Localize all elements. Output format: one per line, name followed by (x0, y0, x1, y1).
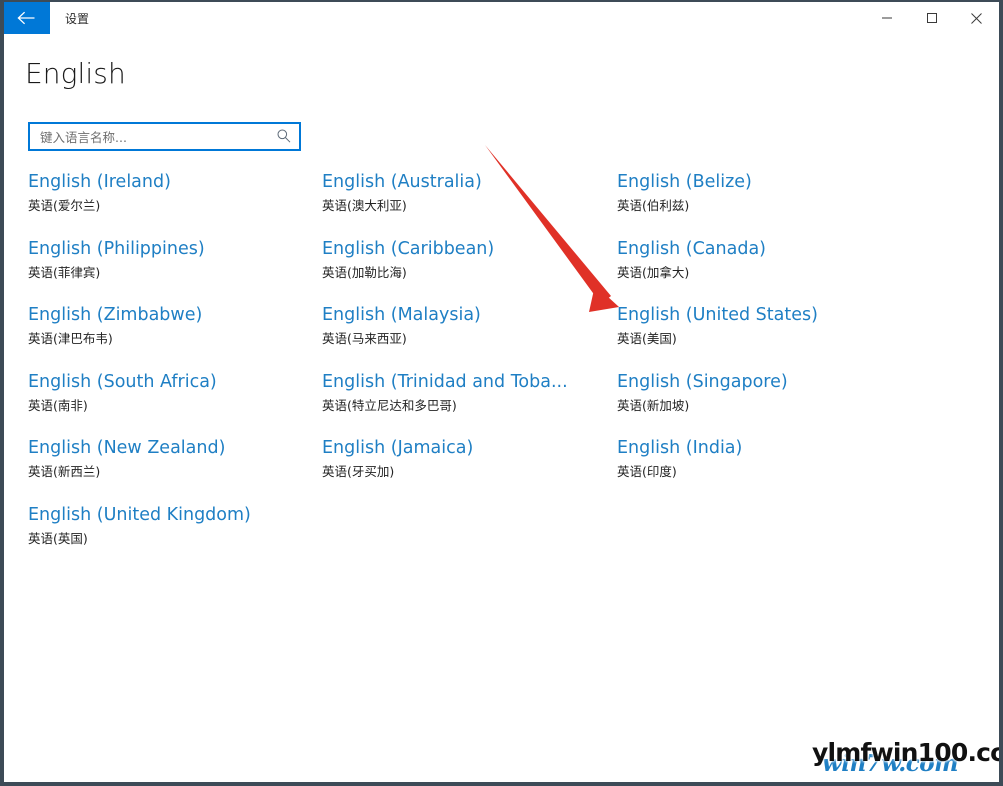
language-name-native[interactable]: English (Jamaica) (322, 436, 617, 460)
language-item[interactable]: English (New Zealand) 英语(新西兰) (28, 436, 323, 503)
language-name-native[interactable]: English (Philippines) (28, 237, 323, 261)
language-item[interactable]: English (Philippines) 英语(菲律宾) (28, 237, 323, 304)
maximize-button[interactable] (909, 2, 954, 34)
language-name-native[interactable]: English (Belize) (617, 170, 912, 194)
language-name-native[interactable]: English (United States) (617, 303, 912, 327)
maximize-icon (926, 13, 937, 23)
language-name-native[interactable]: English (India) (617, 436, 912, 460)
language-item[interactable]: English (South Africa) 英语(南非) (28, 370, 323, 437)
language-name-localized: 英语(津巴布韦) (28, 331, 113, 346)
language-item[interactable]: English (Trinidad and Toba... 英语(特立尼达和多巴哥… (322, 370, 617, 437)
watermark-primary: ylmfwin100.com (812, 738, 999, 767)
language-item[interactable]: English (Zimbabwe) 英语(津巴布韦) (28, 303, 323, 370)
language-name-localized: 英语(南非) (28, 397, 88, 413)
language-column: English (Ireland) 英语(爱尔兰) English (Philipp… (28, 170, 323, 569)
minimize-button[interactable] (864, 2, 909, 34)
language-name-localized: 英语(爱尔兰) (28, 198, 101, 213)
language-name-localized: 英语(印度) (617, 464, 677, 479)
search-input[interactable] (38, 124, 264, 151)
language-name-localized: 英语(牙买加) (322, 464, 395, 479)
language-name-localized: 英语(美国) (617, 331, 677, 346)
search-box[interactable] (28, 122, 301, 151)
language-name-native[interactable]: English (Malaysia) (322, 303, 617, 327)
language-name-native[interactable]: English (United Kingdom) (28, 503, 323, 527)
language-name-native[interactable]: English (Singapore) (617, 370, 912, 394)
language-name-native[interactable]: English (Zimbabwe) (28, 303, 323, 327)
language-column: English (Australia) 英语(澳大利亚) English (Cari… (322, 170, 617, 503)
back-arrow-icon (17, 11, 35, 25)
language-item[interactable]: English (Belize) 英语(伯利兹) (617, 170, 912, 237)
language-item[interactable]: English (India) 英语(印度) (617, 436, 912, 503)
language-name-localized: 英语(澳大利亚) (322, 198, 407, 213)
title-bar: 设置 (4, 2, 999, 38)
language-item[interactable]: English (Australia) 英语(澳大利亚) (322, 170, 617, 237)
language-name-native[interactable]: English (Caribbean) (322, 237, 617, 261)
settings-window: 设置 English 键入语言名称... English (Ireland) 英… (4, 2, 999, 782)
language-name-localized: 英语(菲律宾) (28, 264, 101, 280)
language-name-localized: 英语(马来西亚) (322, 331, 407, 346)
search-icon[interactable] (276, 128, 292, 144)
language-name-localized: 英语(加拿大) (617, 264, 690, 280)
minimize-icon (881, 17, 892, 19)
language-name-native[interactable]: English (Canada) (617, 237, 912, 261)
close-icon (971, 12, 982, 24)
language-item[interactable]: English (Caribbean) 英语(加勒比海) (322, 237, 617, 304)
language-name-native[interactable]: English (Ireland) (28, 170, 323, 194)
language-name-localized: 英语(新西兰) (28, 464, 101, 479)
language-item[interactable]: English (United Kingdom) 英语(英国) (28, 503, 323, 570)
language-name-native[interactable]: English (South Africa) (28, 370, 323, 394)
back-button[interactable] (4, 2, 50, 34)
language-name-localized: 英语(伯利兹) (617, 198, 690, 213)
window-controls (864, 2, 999, 34)
language-column: English (Belize) 英语(伯利兹) English (Canada) 英… (617, 170, 912, 503)
app-title: 设置 (65, 12, 90, 26)
language-item[interactable]: English (Canada) 英语(加拿大) (617, 237, 912, 304)
language-name-localized: 英语(新加坡) (617, 397, 690, 413)
language-name-native[interactable]: English (New Zealand) (28, 436, 323, 460)
language-name-native[interactable]: English (Australia) (322, 170, 617, 194)
language-item[interactable]: English (United States) 英语(美国) (617, 303, 912, 370)
language-item[interactable]: English (Singapore) 英语(新加坡) (617, 370, 912, 437)
language-name-localized: 英语(加勒比海) (322, 264, 407, 280)
language-item[interactable]: English (Ireland) 英语(爱尔兰) (28, 170, 323, 237)
language-name-localized: 英语(特立尼达和多巴哥) (322, 397, 457, 413)
language-item[interactable]: English (Jamaica) 英语(牙买加) (322, 436, 617, 503)
page-title: English (25, 57, 126, 90)
close-button[interactable] (954, 2, 999, 34)
language-name-native[interactable]: English (Trinidad and Toba... (322, 370, 617, 394)
language-name-localized: 英语(英国) (28, 530, 88, 546)
language-item[interactable]: English (Malaysia) 英语(马来西亚) (322, 303, 617, 370)
